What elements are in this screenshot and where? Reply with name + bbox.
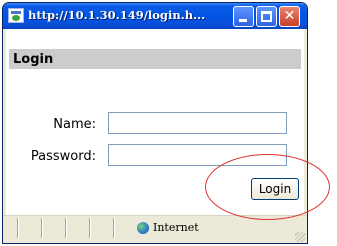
status-divider	[41, 218, 43, 238]
minimize-icon	[239, 19, 247, 22]
page-icon	[8, 8, 24, 23]
login-header: Login	[9, 49, 301, 69]
status-divider	[89, 218, 91, 238]
minimize-button[interactable]	[233, 6, 254, 27]
window-title: http://10.1.30.149/login.h...	[28, 8, 206, 22]
globe-icon	[137, 222, 149, 234]
resize-grip[interactable]	[295, 232, 305, 242]
name-input[interactable]	[108, 112, 287, 134]
security-zone: Internet	[153, 221, 199, 234]
close-button[interactable]: ✕	[279, 6, 300, 27]
close-icon: ✕	[283, 8, 296, 24]
password-label: Password:	[30, 149, 96, 164]
status-divider	[17, 218, 19, 238]
status-divider	[65, 218, 67, 238]
maximize-button[interactable]	[256, 6, 277, 27]
login-title: Login	[13, 52, 54, 67]
title-bar[interactable]: http://10.1.30.149/login.h... ✕	[3, 3, 307, 29]
maximize-icon	[261, 11, 272, 22]
name-label: Name:	[53, 117, 96, 132]
annotation-circle	[205, 154, 330, 220]
status-divider	[113, 218, 115, 238]
